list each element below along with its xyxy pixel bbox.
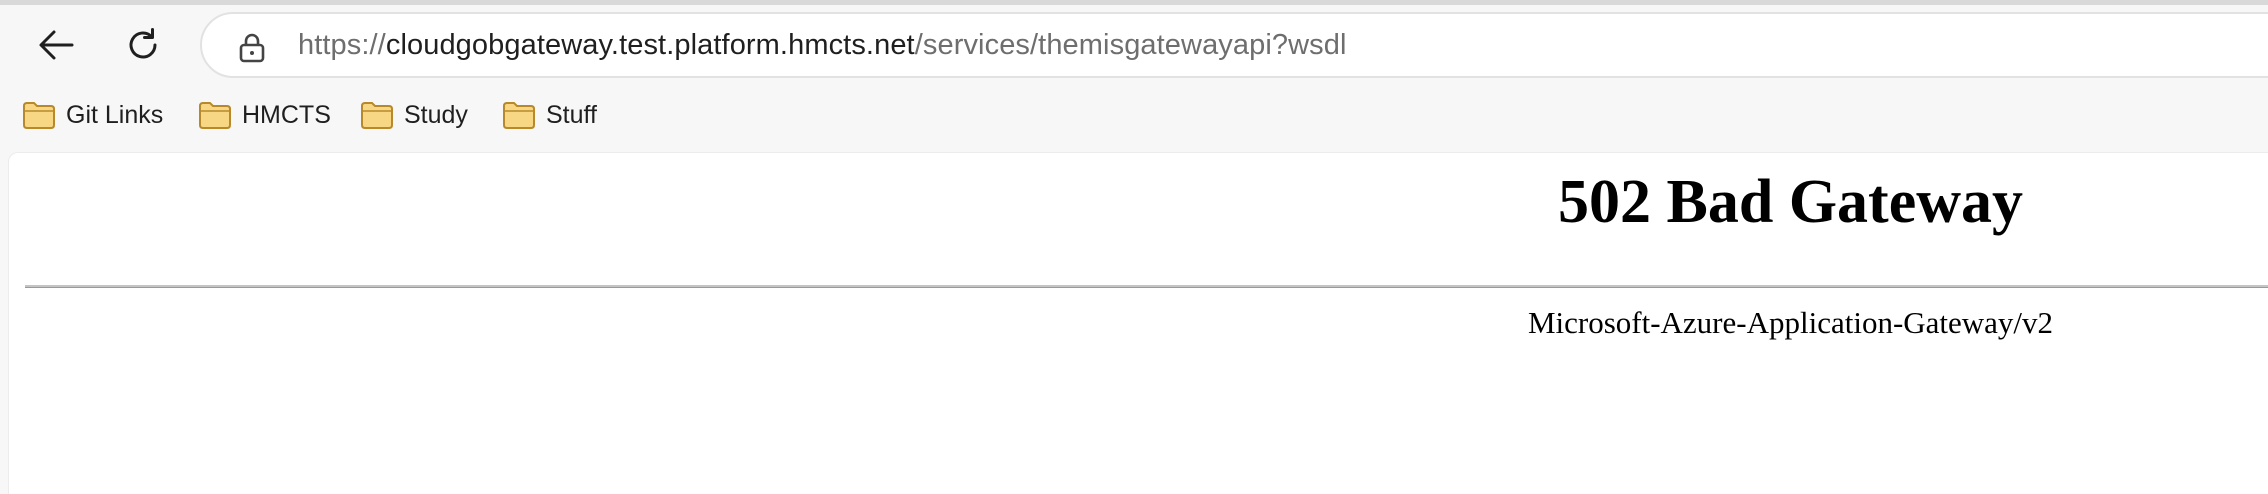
horizontal-rule <box>25 285 2268 288</box>
bookmark-label: Study <box>404 100 468 129</box>
bookmarks-bar: Git Links HMCTS Study Stuff <box>0 92 2268 138</box>
bookmark-hmcts[interactable]: HMCTS <box>198 92 331 138</box>
folder-icon <box>199 102 231 129</box>
url-host: cloudgobgateway.test.platform.hmcts.net <box>385 29 915 61</box>
folder-icon <box>503 102 535 129</box>
url-text[interactable]: https://cloudgobgateway.test.platform.hm… <box>298 14 1347 76</box>
address-bar[interactable]: https://cloudgobgateway.test.platform.hm… <box>200 12 2268 78</box>
bookmark-label: Stuff <box>546 100 597 129</box>
url-scheme: https:// <box>298 29 386 61</box>
lock-icon[interactable] <box>238 33 266 63</box>
page-title: 502 Bad Gateway <box>1558 168 2023 236</box>
server-signature: Microsoft-Azure-Application-Gateway/v2 <box>1527 305 2054 340</box>
folder-icon <box>361 102 393 129</box>
bookmark-label: HMCTS <box>242 100 331 129</box>
bookmark-study[interactable]: Study <box>360 92 468 138</box>
back-button[interactable] <box>26 15 86 75</box>
back-arrow-icon <box>39 30 74 60</box>
bookmark-label: Git Links <box>66 100 164 129</box>
folder-icon <box>23 102 55 129</box>
page-content: 502 Bad Gateway Microsoft-Azure-Applicat… <box>8 152 2268 494</box>
reload-button[interactable] <box>113 15 173 75</box>
bookmark-git-links[interactable]: Git Links <box>22 92 163 138</box>
reload-icon <box>129 28 157 59</box>
browser-toolbar: https://cloudgobgateway.test.platform.hm… <box>0 5 2268 85</box>
bookmark-stuff[interactable]: Stuff <box>502 92 597 138</box>
url-path: /services/themisgatewayapi?wsdl <box>914 29 1347 61</box>
